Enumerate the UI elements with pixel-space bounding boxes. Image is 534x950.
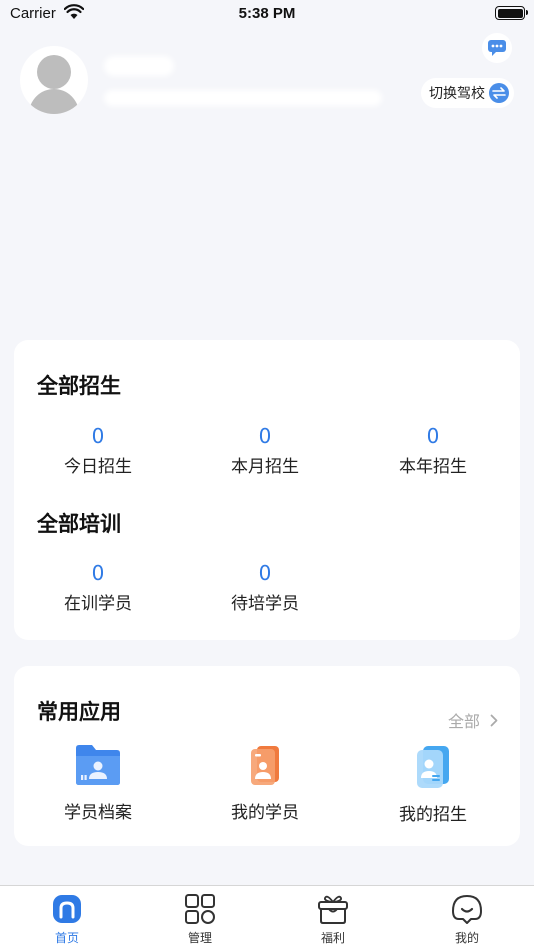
- student-file-folder-icon: [76, 745, 120, 785]
- home-icon: [53, 895, 81, 923]
- app-label: 我的学员: [231, 803, 299, 823]
- avatar[interactable]: [20, 46, 88, 114]
- stat-label: 本月招生: [231, 457, 299, 477]
- tab-mine[interactable]: 我的: [417, 892, 517, 946]
- chevron-right-icon: [490, 714, 498, 726]
- tab-label: 福利: [320, 931, 345, 945]
- stat-value: 0: [258, 424, 272, 448]
- user-name-redacted: [104, 56, 174, 76]
- grid-manage-icon: [185, 894, 215, 924]
- tab-manage[interactable]: 管理: [150, 892, 250, 946]
- profile-face-icon: [452, 895, 482, 924]
- bottom-tab-bar: 首页 管理 福利 我的: [0, 885, 534, 950]
- stat-value: 0: [258, 561, 272, 585]
- stat-value: 0: [91, 561, 105, 585]
- switch-school-label: 切换驾校: [429, 86, 485, 102]
- status-bar: Carrier 5:38 PM: [0, 0, 534, 28]
- tab-label: 首页: [54, 931, 79, 945]
- all-apps-link[interactable]: 全部: [448, 708, 498, 732]
- enroll-section-title: 全部招生: [37, 374, 121, 398]
- stats-card: 全部招生 0 今日招生 0 本月招生 0 本年招生 全部培训 0 在训学员 0 …: [14, 340, 520, 640]
- stat-label: 在训学员: [64, 594, 132, 614]
- app-student-files[interactable]: 学员档案: [28, 744, 168, 823]
- stat-pending-training[interactable]: 0 待培学员: [195, 561, 335, 614]
- common-apps-card: 常用应用 全部 学员档案 我的学员 我的招生: [14, 666, 520, 846]
- stat-label: 本年招生: [399, 457, 467, 477]
- my-student-card-icon: [251, 746, 279, 785]
- chat-bubble-icon: [488, 40, 506, 56]
- user-subtitle-redacted: [104, 90, 382, 106]
- stat-label: 今日招生: [64, 457, 132, 477]
- stat-value: 0: [426, 424, 440, 448]
- stat-in-training[interactable]: 0 在训学员: [28, 561, 168, 614]
- stat-year-enroll[interactable]: 0 本年招生: [363, 424, 503, 477]
- switch-school-button[interactable]: 切换驾校: [421, 78, 514, 108]
- stat-today-enroll[interactable]: 0 今日招生: [28, 424, 168, 477]
- tab-label: 我的: [454, 931, 479, 945]
- apps-section-title: 常用应用: [37, 700, 121, 724]
- message-button[interactable]: [482, 33, 512, 63]
- gift-icon: [318, 895, 348, 924]
- app-label: 学员档案: [64, 803, 132, 823]
- my-enrollment-card-icon: [417, 746, 449, 788]
- swap-arrows-icon: [489, 83, 509, 103]
- stat-month-enroll[interactable]: 0 本月招生: [195, 424, 335, 477]
- clock: 5:38 PM: [238, 5, 296, 22]
- tab-welfare[interactable]: 福利: [283, 892, 383, 946]
- tab-label: 管理: [187, 931, 212, 945]
- training-section-title: 全部培训: [37, 512, 121, 536]
- stat-value: 0: [91, 424, 105, 448]
- app-my-enrollment[interactable]: 我的招生: [363, 744, 503, 825]
- app-label: 我的招生: [399, 805, 467, 825]
- all-apps-label: 全部: [447, 712, 480, 731]
- home-screen: Carrier 5:38 PM 切换驾校 全部招生 0 今日招生 0 本月招生 …: [0, 0, 534, 950]
- battery-icon: [495, 6, 528, 20]
- app-my-students[interactable]: 我的学员: [195, 744, 335, 823]
- stat-label: 待培学员: [231, 594, 299, 614]
- tab-home[interactable]: 首页: [17, 892, 117, 946]
